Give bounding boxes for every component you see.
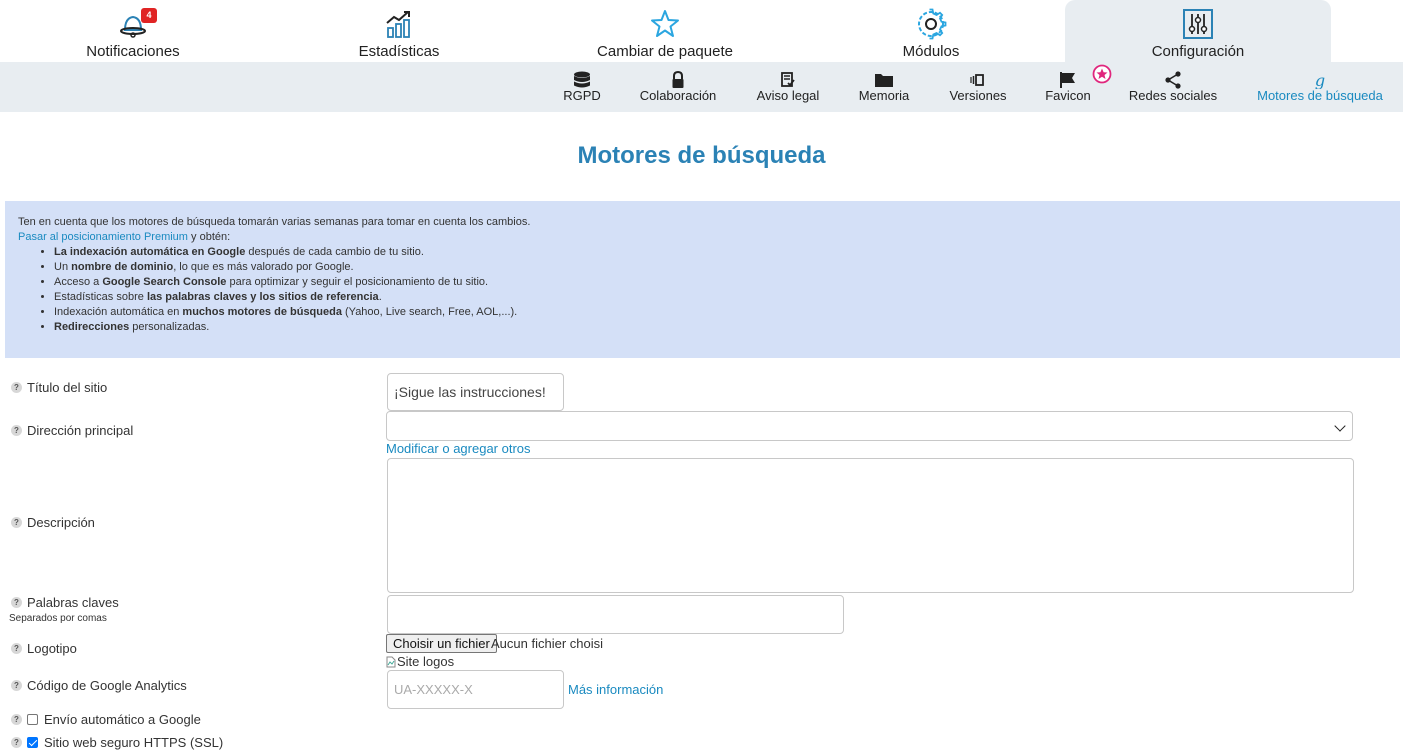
site-logo-image: Site logos [386, 654, 454, 669]
benefit-item: Acceso a Google Search Console para opti… [54, 275, 1387, 290]
subnav-item-motores-busqueda[interactable]: g Motores de búsqueda [1250, 62, 1390, 112]
tab-label: Módulos [902, 43, 960, 60]
help-icon[interactable]: ? [11, 597, 22, 608]
site-title-input[interactable]: ¡Sigue las instrucciones! [387, 373, 564, 411]
tab-label: Estadísticas [358, 43, 440, 60]
ssl-label: Sitio web seguro HTTPS (SSL) [44, 735, 224, 750]
file-status: Aucun fichier choisi [491, 636, 603, 651]
ssl-checkbox[interactable] [27, 737, 38, 748]
tab-estadisticas[interactable]: Estadísticas [266, 0, 532, 62]
help-icon[interactable]: ? [11, 517, 22, 528]
subnav-label: RGPD [563, 88, 601, 103]
folder-icon [875, 74, 893, 87]
premium-after-text: y obtén: [187, 231, 231, 243]
notification-badge: 4 [141, 8, 157, 23]
subnav-item-versiones[interactable]: Versiones [944, 62, 1012, 112]
keywords-input[interactable] [387, 595, 844, 634]
subnav-item-redes-sociales[interactable]: Redes sociales [1124, 62, 1222, 112]
analytics-input[interactable]: UA-XXXXX-X [387, 670, 564, 709]
site-title-label: ? Título del sitio [11, 380, 107, 395]
subnav-label: Aviso legal [756, 88, 820, 103]
page-title: Motores de búsqueda [577, 142, 826, 169]
main-address-select[interactable] [386, 411, 1353, 441]
subnav-item-rgpd[interactable]: RGPD [552, 62, 612, 112]
versions-icon [970, 74, 984, 86]
chevron-down-icon [1334, 420, 1346, 432]
description-textarea[interactable] [387, 458, 1354, 593]
main-address-label: ? Dirección principal [11, 423, 133, 438]
subnav-item-favicon[interactable]: Favicon [1040, 62, 1096, 112]
description-label: ? Descripción [11, 515, 95, 530]
premium-link[interactable]: Pasar al posicionamiento Premium [18, 231, 188, 243]
flag-icon [1060, 72, 1075, 88]
keywords-label: ? Palabras claves [11, 595, 119, 610]
auto-submit-checkbox[interactable] [27, 714, 38, 725]
keywords-hint: Separados por comas [9, 613, 107, 624]
tab-label: Configuración [1151, 43, 1245, 60]
legal-doc-icon [781, 72, 795, 87]
choose-file-button[interactable]: Choisir un fichier [386, 634, 497, 653]
analytics-label: ? Código de Google Analytics [11, 678, 187, 693]
gear-icon [918, 8, 947, 40]
tab-configuracion[interactable]: Configuración [1065, 0, 1331, 62]
broken-image-icon [386, 656, 396, 667]
subnav-item-colaboracion[interactable]: Colaboración [634, 62, 722, 112]
subnav-item-memoria[interactable]: Memoria [852, 62, 916, 112]
help-icon[interactable]: ? [11, 382, 22, 393]
benefit-item: Indexación automática en muchos motores … [54, 305, 1387, 320]
tab-label: Notificaciones [86, 43, 180, 60]
subnav-label: Motores de búsqueda [1257, 88, 1383, 103]
database-icon [574, 71, 590, 88]
tab-cambiar-paquete[interactable]: Cambiar de paquete [532, 0, 798, 62]
top-navigation: 4 Notificaciones Estadísticas Cambiar de… [0, 0, 1403, 62]
help-icon[interactable]: ? [11, 425, 22, 436]
lock-icon [672, 71, 684, 88]
subnav-item-aviso-legal[interactable]: Aviso legal [750, 62, 826, 112]
svg-text:g: g [1315, 71, 1325, 89]
help-icon[interactable]: ? [11, 714, 22, 725]
sub-navigation: RGPD Colaboración Aviso legal Memoria Ve… [0, 62, 1403, 112]
help-icon[interactable]: ? [11, 643, 22, 654]
help-icon[interactable]: ? [11, 737, 22, 748]
benefit-item: Estadísticas sobre las palabras claves y… [54, 290, 1387, 305]
tab-notificaciones[interactable]: 4 Notificaciones [0, 0, 266, 62]
share-icon [1165, 71, 1181, 89]
star-icon [651, 10, 679, 37]
info-box: Ten en cuenta que los motores de búsqued… [5, 201, 1400, 358]
subnav-label: Versiones [949, 88, 1007, 103]
info-notice: Ten en cuenta que los motores de búsqued… [18, 216, 531, 228]
tab-label: Cambiar de paquete [597, 43, 733, 60]
subnav-label: Colaboración [639, 88, 717, 103]
help-icon[interactable]: ? [11, 680, 22, 691]
benefit-item: Redirecciones personalizadas. [54, 320, 1387, 335]
auto-submit-row: ? Envío automático a Google [11, 712, 201, 727]
benefit-item: La indexación automática en Google despu… [54, 245, 1387, 260]
more-info-link[interactable]: Más información [568, 682, 663, 697]
premium-benefits-list: La indexación automática en Google despu… [54, 245, 1387, 335]
premium-star-icon [1092, 64, 1112, 84]
chart-icon [386, 11, 410, 38]
modify-address-link[interactable]: Modificar o agregar otros [386, 441, 531, 456]
benefit-item: Un nombre de dominio, lo que es más valo… [54, 260, 1387, 275]
logo-label: ? Logotipo [11, 641, 77, 656]
ssl-row: ? Sitio web seguro HTTPS (SSL) [11, 735, 223, 750]
subnav-label: Redes sociales [1128, 88, 1218, 103]
tab-modulos[interactable]: Módulos [798, 0, 1064, 62]
subnav-label: Favicon [1045, 88, 1091, 103]
subnav-label: Memoria [858, 88, 910, 103]
google-icon: g [1315, 71, 1325, 89]
sliders-icon [1183, 9, 1213, 39]
auto-submit-label: Envío automático a Google [44, 712, 201, 727]
info-premium-line: Pasar al posicionamiento Premium y obtén… [18, 230, 1387, 245]
